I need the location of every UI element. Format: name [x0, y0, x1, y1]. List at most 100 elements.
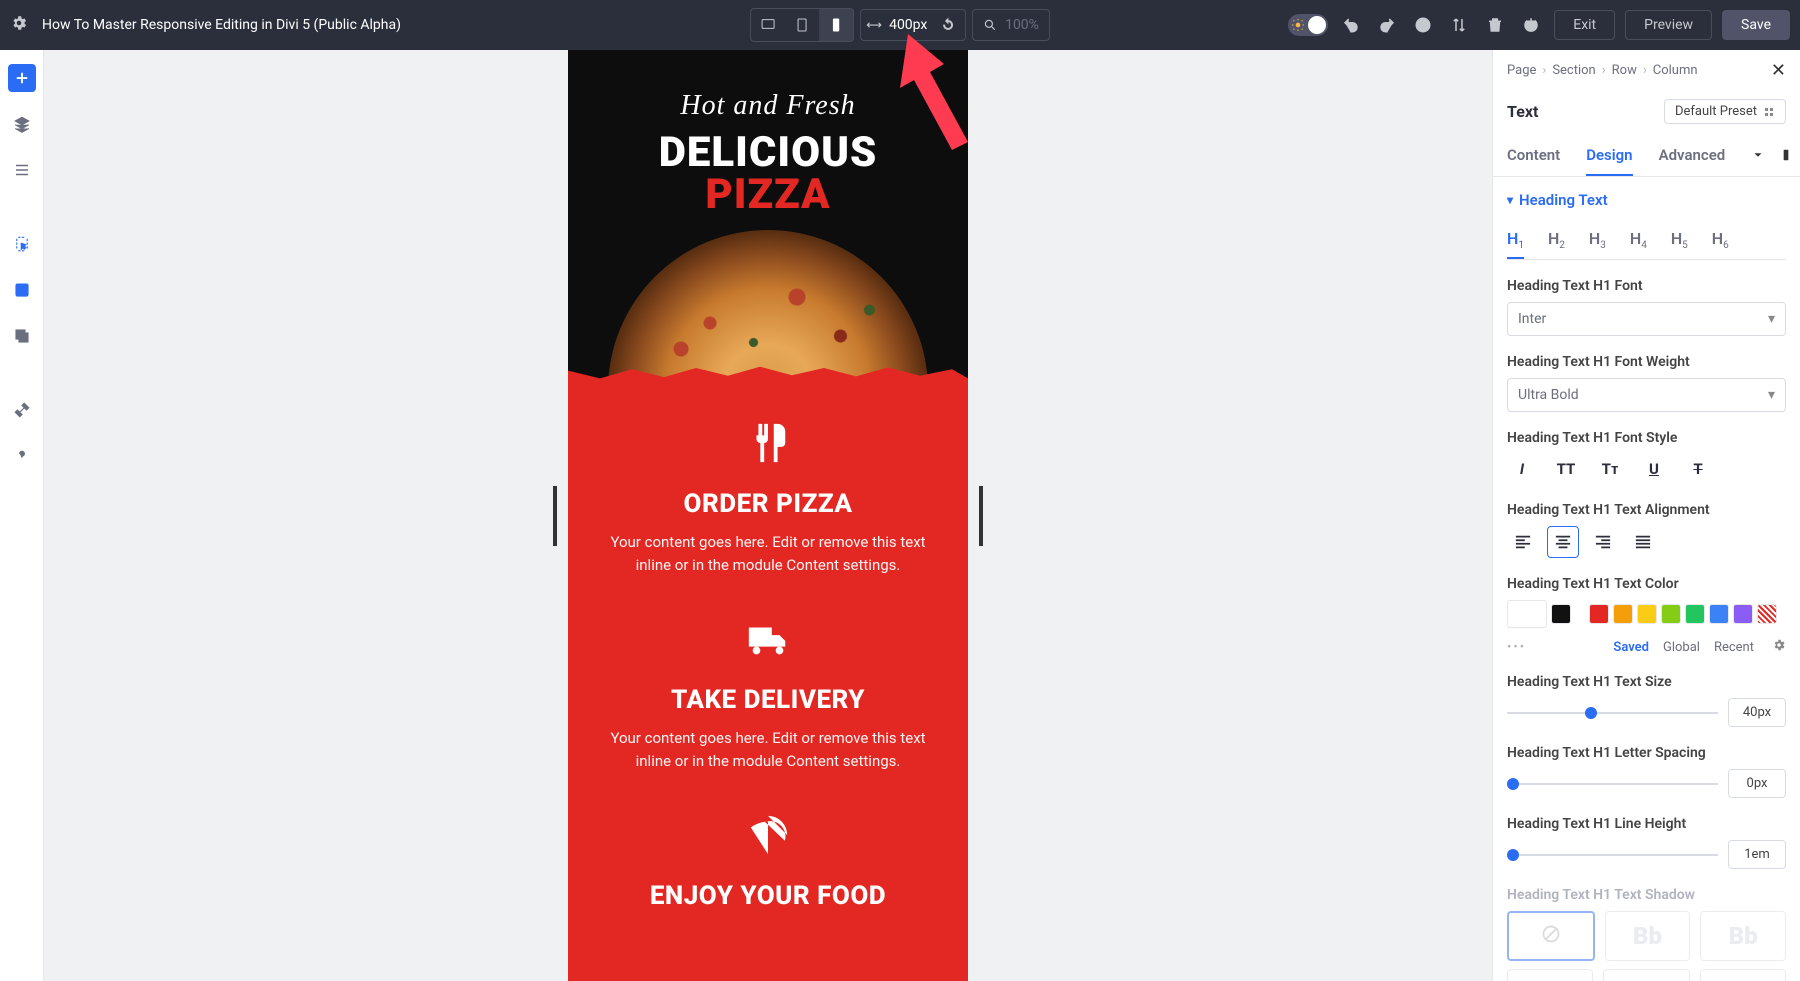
h4-tab[interactable]: H4 — [1630, 223, 1647, 259]
view-desktop-button[interactable] — [751, 9, 785, 41]
more-colors-icon[interactable]: ••• — [1507, 640, 1526, 655]
h1-tab[interactable]: H1 — [1507, 223, 1524, 259]
swatch-green[interactable] — [1685, 604, 1705, 624]
tab-advanced[interactable]: Advanced — [1659, 136, 1726, 176]
spacing-label: Heading Text H1 Letter Spacing — [1507, 745, 1786, 761]
uppercase-button[interactable]: TT — [1551, 454, 1581, 484]
reset-width-button[interactable] — [935, 9, 961, 41]
section-enjoy[interactable]: ENJOY YOUR FOOD — [568, 772, 968, 911]
spacing-input[interactable]: 0px — [1728, 769, 1786, 798]
colors-tab-global[interactable]: Global — [1663, 640, 1700, 655]
power-button[interactable] — [1518, 12, 1544, 38]
undo-button[interactable] — [1338, 12, 1364, 38]
canvas-area[interactable]: Hot and Fresh DELICIOUS PIZZA ORDER PIZZ… — [44, 50, 1492, 981]
hero-headline[interactable]: DELICIOUS PIZZA — [568, 132, 968, 216]
layers-alt-button[interactable] — [8, 322, 36, 350]
hero-image — [608, 230, 928, 380]
h3-tab[interactable]: H3 — [1589, 223, 1606, 259]
font-label: Heading Text H1 Font — [1507, 278, 1786, 294]
shadow-preset-2[interactable]: Bb — [1700, 911, 1786, 961]
close-icon[interactable]: ✕ — [1771, 60, 1786, 81]
swatch-black[interactable] — [1551, 604, 1571, 624]
shadow-none[interactable] — [1507, 911, 1595, 961]
shadow-preset-5[interactable]: Bb — [1700, 969, 1786, 981]
align-justify-button[interactable] — [1627, 526, 1659, 558]
swatch-none[interactable] — [1757, 604, 1777, 624]
click-mode-button[interactable] — [8, 230, 36, 258]
swatch-yellow[interactable] — [1637, 604, 1657, 624]
section-delivery[interactable]: TAKE DELIVERY Your content goes here. Ed… — [568, 576, 968, 772]
swatch-blue[interactable] — [1709, 604, 1729, 624]
shadow-preset-3[interactable]: Bb — [1507, 969, 1593, 981]
color-swatches — [1507, 600, 1786, 628]
chevron-down-icon[interactable] — [1751, 147, 1765, 166]
colors-tab-recent[interactable]: Recent — [1714, 640, 1754, 655]
section-order[interactable]: ORDER PIZZA Your content goes here. Edit… — [568, 380, 968, 576]
redo-button[interactable] — [1374, 12, 1400, 38]
help-button[interactable] — [8, 442, 36, 470]
weight-label: Heading Text H1 Font Weight — [1507, 354, 1786, 370]
zoom-input[interactable]: 100% — [972, 9, 1050, 41]
view-tablet-button[interactable] — [785, 9, 819, 41]
trash-button[interactable] — [1482, 12, 1508, 38]
theme-toggle[interactable] — [1288, 14, 1328, 36]
zoom-value: 100% — [1005, 17, 1039, 33]
h2-tab[interactable]: H2 — [1548, 223, 1565, 259]
colors-tab-saved[interactable]: Saved — [1613, 640, 1649, 655]
layers-button[interactable] — [8, 110, 36, 138]
page-title: How To Master Responsive Editing in Divi… — [42, 17, 401, 33]
align-left-button[interactable] — [1507, 526, 1539, 558]
list-button[interactable] — [8, 156, 36, 184]
size-slider[interactable] — [1507, 712, 1718, 714]
h5-tab[interactable]: H5 — [1671, 223, 1688, 259]
hover-mode-button[interactable] — [8, 276, 36, 304]
viewport-width-input[interactable]: 400px — [860, 9, 966, 41]
tab-content[interactable]: Content — [1507, 136, 1560, 176]
exit-button[interactable]: Exit — [1554, 10, 1615, 40]
preview-button[interactable]: Preview — [1625, 10, 1712, 40]
swatch-orange[interactable] — [1613, 604, 1633, 624]
resize-handle-right[interactable] — [979, 486, 983, 546]
mobile-preview[interactable]: Hot and Fresh DELICIOUS PIZZA ORDER PIZZ… — [568, 50, 968, 981]
swatch-purple[interactable] — [1733, 604, 1753, 624]
size-input[interactable]: 40px — [1728, 698, 1786, 727]
color-settings-icon[interactable] — [1772, 638, 1786, 656]
lineheight-input[interactable]: 1em — [1728, 840, 1786, 869]
sort-button[interactable] — [1446, 12, 1472, 38]
shadow-preset-4[interactable]: Bb — [1603, 969, 1689, 981]
add-button[interactable] — [8, 64, 36, 92]
shadow-preset-1[interactable]: Bb — [1605, 911, 1691, 961]
save-button[interactable]: Save — [1722, 10, 1790, 40]
heading-level-tabs: H1 H2 H3 H4 H5 H6 — [1507, 223, 1786, 260]
underline-button[interactable]: U — [1639, 454, 1669, 484]
smallcaps-button[interactable]: Tᴛ — [1595, 454, 1625, 484]
weight-select[interactable]: Ultra Bold — [1507, 378, 1786, 412]
tools-button[interactable] — [8, 396, 36, 424]
hero-subtitle[interactable]: Hot and Fresh — [568, 90, 968, 122]
font-select[interactable]: Inter — [1507, 302, 1786, 336]
gear-icon[interactable] — [10, 14, 28, 36]
accordion-heading-text[interactable]: Heading Text — [1507, 191, 1786, 209]
lineheight-slider[interactable] — [1507, 854, 1718, 856]
spacing-slider[interactable] — [1507, 783, 1718, 785]
module-name: Text — [1507, 102, 1538, 121]
swatch-red[interactable] — [1589, 604, 1609, 624]
tab-design[interactable]: Design — [1586, 136, 1632, 176]
style-label: Heading Text H1 Font Style — [1507, 430, 1786, 446]
align-center-button[interactable] — [1547, 526, 1579, 558]
align-right-button[interactable] — [1587, 526, 1619, 558]
responsive-icon[interactable] — [1779, 147, 1793, 166]
history-button[interactable] — [1410, 12, 1436, 38]
h6-tab[interactable]: H6 — [1712, 223, 1729, 259]
current-color-swatch[interactable] — [1507, 600, 1547, 628]
view-mobile-button[interactable] — [819, 9, 853, 41]
strikethrough-button[interactable]: T — [1683, 454, 1713, 484]
preset-selector[interactable]: Default Preset — [1664, 99, 1786, 124]
settings-panel: Page› Section› Row› Column ✕ Text Defaul… — [1492, 50, 1800, 981]
utensils-icon — [745, 420, 791, 477]
swatch-lime[interactable] — [1661, 604, 1681, 624]
breadcrumb[interactable]: Page› Section› Row› Column — [1507, 63, 1698, 78]
resize-handle-left[interactable] — [553, 486, 557, 546]
italic-button[interactable]: I — [1507, 454, 1537, 484]
section-title: ENJOY YOUR FOOD — [598, 881, 938, 911]
